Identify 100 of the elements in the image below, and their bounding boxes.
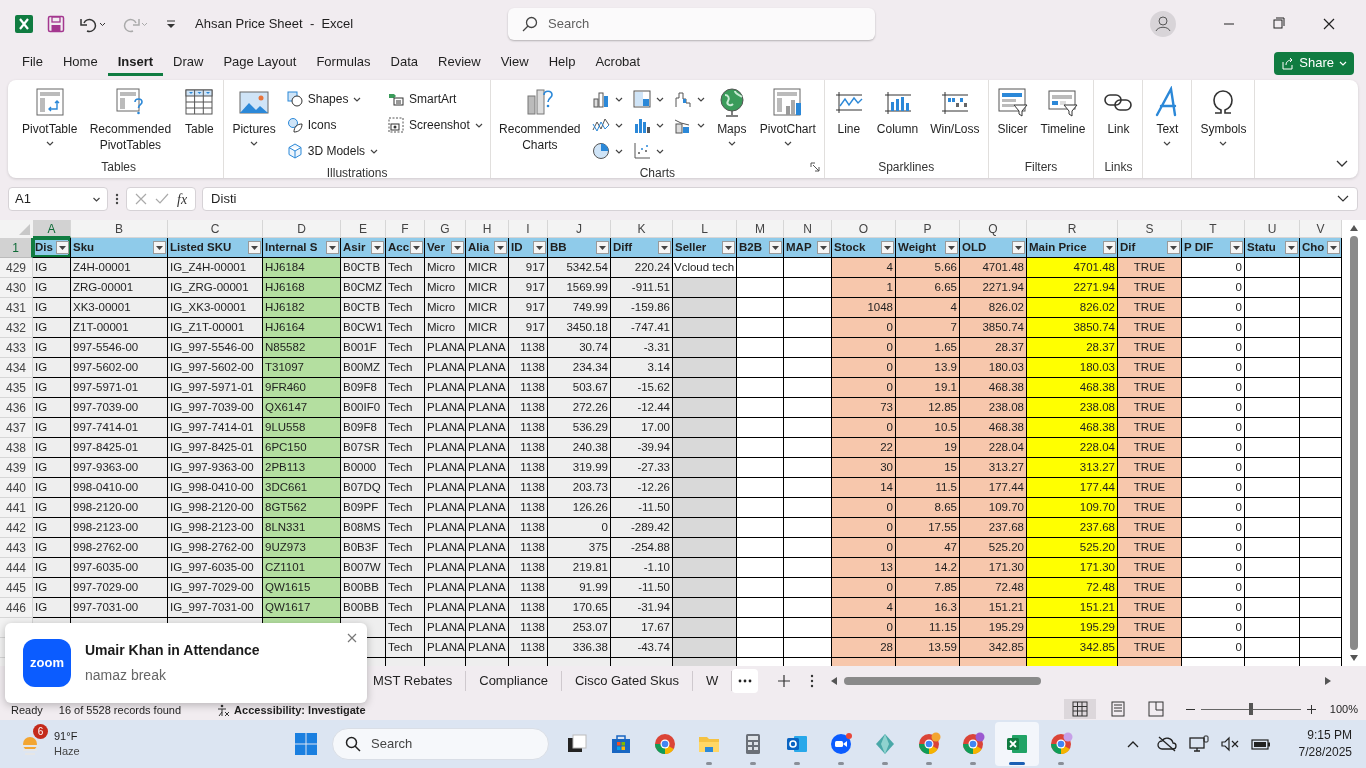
accessibility-icon[interactable] [217, 704, 231, 717]
clock-time[interactable]: 9:15 PM [1307, 727, 1352, 744]
menu-tab[interactable]: Draw [163, 50, 214, 76]
menu-tab[interactable]: Help [538, 50, 586, 76]
ribbon-button[interactable]: PivotChart [755, 84, 820, 146]
row-number[interactable]: 441 [0, 498, 33, 518]
save-icon[interactable] [47, 15, 65, 33]
ribbon-button[interactable]: Slicer [992, 84, 1033, 137]
scroll-down-icon[interactable] [1349, 654, 1359, 662]
row-number[interactable]: 446 [0, 598, 33, 618]
ribbon-button[interactable]: Text [1147, 84, 1188, 146]
row-number[interactable]: 429 [0, 258, 33, 278]
row-number[interactable]: 442 [0, 518, 33, 538]
speaker-muted-icon[interactable] [1220, 736, 1239, 752]
row-number[interactable]: 445 [0, 578, 33, 598]
ribbon-button[interactable]: Link [1098, 84, 1139, 137]
header-letter[interactable]: J [548, 220, 611, 238]
weather-condition[interactable]: Haze [54, 744, 80, 759]
row-number[interactable]: 440 [0, 478, 33, 498]
header-letter[interactable]: G [425, 220, 466, 238]
row-number[interactable]: 437 [0, 418, 33, 438]
row-number[interactable]: 436 [0, 398, 33, 418]
header-letter[interactable]: C [168, 220, 263, 238]
search-field[interactable]: Search [508, 8, 875, 40]
cloud-off-icon[interactable] [1156, 736, 1177, 752]
header-letter[interactable]: I [509, 220, 548, 238]
menu-tab[interactable]: View [490, 50, 539, 76]
header-letter[interactable]: P [896, 220, 960, 238]
insert-function-button[interactable]: fx [177, 188, 188, 210]
filter-button[interactable] [945, 241, 958, 254]
chevron-up-icon[interactable] [1126, 740, 1139, 748]
filter-button[interactable] [371, 241, 384, 254]
row-number[interactable]: 438 [0, 438, 33, 458]
scroll-up-icon[interactable] [1349, 224, 1359, 232]
header-letter[interactable]: V [1300, 220, 1342, 238]
header-letter[interactable]: R [1027, 220, 1118, 238]
slider-thumb[interactable] [1248, 703, 1253, 715]
ribbon-button[interactable]: Win/Loss [926, 84, 984, 137]
avatar-icon[interactable] [1150, 11, 1176, 37]
sheet-tab[interactable]: Compliance [466, 671, 562, 691]
filter-button[interactable] [769, 241, 782, 254]
ribbon-button[interactable]: Timeline [1036, 84, 1090, 137]
filter-button[interactable] [881, 241, 894, 254]
ribbon-button[interactable]: 3D Models [283, 138, 382, 164]
row-number[interactable]: 444 [0, 558, 33, 578]
ribbon-button[interactable]: Symbols [1196, 84, 1251, 146]
row-number[interactable]: 434 [0, 358, 33, 378]
filter-button[interactable] [722, 241, 735, 254]
filter-button[interactable] [1103, 241, 1116, 254]
sheet-tab[interactable]: Cisco Gated Skus [561, 671, 693, 691]
ribbon-button[interactable]: Recommended Charts [494, 84, 585, 153]
menu-tab[interactable]: File [12, 50, 53, 76]
header-letter[interactable]: O [832, 220, 896, 238]
zoom-slider[interactable] [1200, 703, 1301, 715]
filter-button[interactable] [817, 241, 830, 254]
filter-button[interactable] [326, 241, 339, 254]
notification-toast[interactable]: zoom Umair Khan in Attendance namaz break [5, 623, 367, 703]
menu-tab[interactable]: Data [380, 50, 429, 76]
scrollbar-thumb[interactable] [844, 677, 1042, 685]
ribbon-button[interactable]: Maps [711, 84, 752, 146]
row-number[interactable]: 443 [0, 538, 33, 558]
ribbon-button[interactable]: Table [179, 84, 220, 137]
filter-button[interactable] [596, 241, 609, 254]
filter-button[interactable] [153, 241, 166, 254]
row-number[interactable]: 433 [0, 338, 33, 358]
header-letter[interactable]: B [71, 220, 168, 238]
battery-icon[interactable] [1250, 737, 1271, 751]
name-box[interactable]: A1 [8, 187, 108, 211]
menu-tab[interactable]: Page Layout [213, 50, 307, 76]
header-letter[interactable]: F [386, 220, 425, 238]
ribbon-button[interactable]: Screenshot [385, 112, 486, 138]
add-sheet-icon[interactable] [778, 675, 791, 687]
filter-button[interactable] [1230, 241, 1243, 254]
ribbon-button[interactable]: Recommended PivotTables [85, 84, 176, 153]
share-button[interactable]: Share [1274, 51, 1354, 75]
header-letter[interactable]: D [263, 220, 341, 238]
menu-tab[interactable]: Home [52, 50, 108, 76]
header-letter[interactable]: A [33, 220, 71, 238]
filter-button[interactable] [1012, 241, 1025, 254]
header-letter[interactable]: M [737, 220, 784, 238]
ribbon-button[interactable]: Icons [283, 112, 382, 138]
filter-button[interactable] [1285, 241, 1298, 254]
temperature-text[interactable]: 91°F [54, 729, 80, 744]
start-icon[interactable] [294, 732, 318, 756]
menu-tab[interactable]: Insert [107, 50, 164, 76]
header-letter[interactable]: H [466, 220, 509, 238]
menu-tab[interactable]: Acrobat [585, 50, 651, 76]
header-letter[interactable]: Q [960, 220, 1027, 238]
scroll-left-icon[interactable] [830, 676, 839, 686]
filter-button[interactable] [1167, 241, 1180, 254]
scroll-right-icon[interactable] [1324, 676, 1333, 686]
header-letter[interactable]: L [673, 220, 737, 238]
dialog-launcher-icon[interactable] [809, 162, 820, 172]
zoom-level[interactable]: 100% [1329, 702, 1358, 716]
collapse-ribbon-icon[interactable] [1336, 160, 1348, 168]
ribbon-button[interactable]: Line [828, 84, 869, 137]
filter-button[interactable] [494, 241, 507, 254]
view-button[interactable] [1063, 699, 1096, 719]
filter-button[interactable] [56, 241, 69, 254]
filter-button[interactable] [410, 241, 423, 254]
